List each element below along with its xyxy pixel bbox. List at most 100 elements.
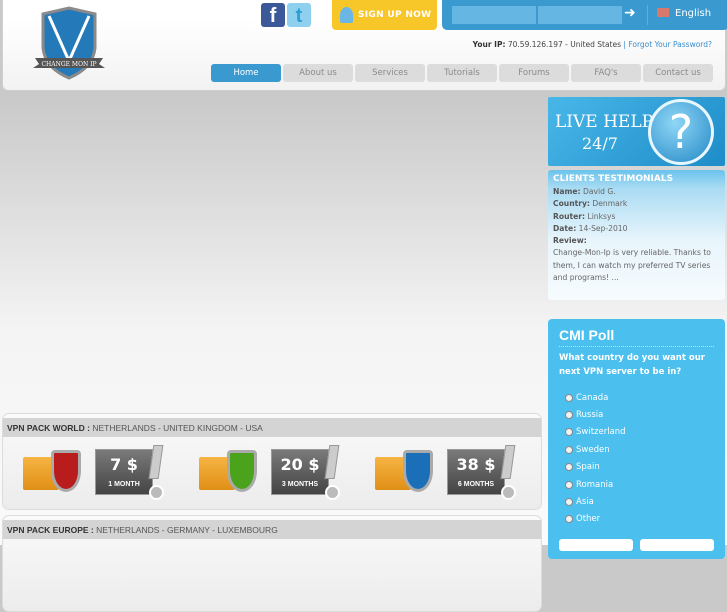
name-label: Name: — [553, 187, 581, 196]
pack-countries: NETHERLANDS - UNITED KINGDOM - USA — [92, 423, 263, 433]
language-selector[interactable]: English — [657, 8, 711, 19]
radio-button[interactable] — [565, 445, 573, 454]
main-nav: Home About us Services Tutorials Forums … — [211, 64, 713, 82]
poll-option-label: Russia — [576, 410, 604, 421]
poll-option[interactable]: Russia — [559, 406, 714, 423]
poll-option[interactable]: Romania — [559, 476, 714, 493]
separator: | — [623, 40, 626, 49]
nav-about-us[interactable]: About us — [283, 64, 353, 82]
country-value: Denmark — [592, 199, 628, 209]
forgot-password-link[interactable]: Forgot Your Password? — [628, 40, 712, 49]
pack-option[interactable]: 7 $ 1 MONTH — [23, 445, 193, 503]
pack-option[interactable]: 38 $ 6 MONTHS — [375, 445, 541, 503]
review-text: Change-Mon-Ip is very reliable. Thanks t… — [553, 248, 711, 283]
poll-option[interactable]: Spain — [559, 459, 714, 476]
nav-faqs[interactable]: FAQ's — [571, 64, 641, 82]
login-submit-icon[interactable]: ➜ — [624, 5, 636, 21]
poll-question: What country do you want our next VPN se… — [559, 353, 705, 377]
exclamation-dot-icon — [501, 485, 516, 500]
results-button[interactable] — [640, 539, 714, 551]
live-help-banner[interactable]: LIVE HELP! 24/7 ? — [548, 97, 725, 166]
date-label: Date: — [553, 223, 577, 233]
nav-tutorials[interactable]: Tutorials — [427, 64, 497, 82]
pack-name: VPN PACK WORLD : — [7, 423, 90, 433]
poll-option[interactable]: Sweden — [559, 441, 714, 458]
poll-option-label: Other — [576, 514, 601, 525]
router-value: Linksys — [587, 211, 616, 221]
poll-option-label: Asia — [576, 497, 594, 508]
password-input[interactable] — [538, 6, 622, 24]
sign-up-label: SIGN UP NOW — [358, 10, 432, 20]
price-tag[interactable]: 20 $ 3 MONTHS — [271, 449, 329, 495]
nav-forums[interactable]: Forums — [499, 64, 569, 82]
language-label: English — [675, 8, 712, 19]
radio-button[interactable] — [565, 463, 573, 472]
pack-header: VPN PACK EUROPE : NETHERLANDS - GERMANY … — [3, 520, 541, 539]
price: 20 $ — [280, 455, 320, 474]
pack-option[interactable]: 20 $ 3 MONTHS — [199, 445, 369, 503]
radio-button[interactable] — [565, 480, 573, 489]
pack-header: VPN PACK WORLD : NETHERLANDS - UNITED KI… — [3, 418, 541, 437]
ip-info: Your IP: 70.59.126.197 - United States |… — [473, 40, 712, 49]
shield-icon — [403, 450, 433, 492]
question-mark-icon: ? — [648, 99, 714, 165]
poll-option-label: Switzerland — [576, 427, 626, 438]
vote-button[interactable] — [559, 539, 633, 551]
radio-button[interactable] — [565, 428, 573, 437]
radio-button[interactable] — [565, 411, 573, 420]
name-value: David G. — [583, 187, 616, 196]
poll-option-label: Spain — [576, 462, 600, 473]
poll-option[interactable]: Canada — [559, 389, 714, 406]
exclamation-dot-icon — [149, 485, 164, 500]
vpn-pack-europe: VPN PACK EUROPE : NETHERLANDS - GERMANY … — [2, 515, 542, 612]
poll-options: Canada Russia Switzerland Sweden Spain Romani… — [559, 389, 714, 528]
divider — [647, 5, 648, 25]
login-bar: ➜ English — [442, 0, 727, 30]
sign-up-button[interactable]: SIGN UP NOW — [332, 0, 437, 30]
username-input[interactable] — [452, 6, 536, 24]
poll-option[interactable]: Other — [559, 511, 714, 528]
price: 38 $ — [456, 455, 496, 474]
poll-panel: CMI Poll What country do you want our ne… — [548, 319, 725, 559]
poll-option[interactable]: Switzerland — [559, 424, 714, 441]
flag-icon — [657, 8, 669, 17]
testimonials-panel: CLIENTS TESTIMONIALS Name: David G. Coun… — [548, 170, 725, 300]
poll-option[interactable]: Asia — [559, 493, 714, 510]
testimonials-title: CLIENTS TESTIMONIALS — [553, 174, 674, 184]
shield-icon — [51, 450, 81, 492]
shield-icon — [227, 450, 257, 492]
duration: 3 MONTHS — [281, 481, 319, 488]
svg-text:CHANGE MON IP: CHANGE MON IP — [41, 61, 96, 68]
duration: 6 MONTHS — [457, 481, 495, 488]
live-help-title: LIVE HELP! — [555, 112, 660, 132]
radio-button[interactable] — [565, 515, 573, 524]
radio-button[interactable] — [565, 393, 573, 402]
poll-option-label: Romania — [576, 479, 614, 490]
date-value: 14-Sep-2010 — [578, 223, 628, 233]
poll-option-label: Canada — [576, 392, 609, 403]
nav-contact-us[interactable]: Contact us — [643, 64, 713, 82]
live-help-hours: 24/7 — [582, 134, 618, 153]
pack-countries: NETHERLANDS - GERMANY - LUXEMBOURG — [96, 525, 278, 535]
poll-option-label: Sweden — [576, 444, 610, 455]
ip-label: Your IP: — [472, 40, 506, 49]
change-mon-ip-logo[interactable]: CHANGE MON IP — [33, 6, 105, 82]
site-header: CHANGE MON IP f t SIGN UP NOW ➜ English … — [2, 0, 727, 91]
radio-button[interactable] — [565, 498, 573, 507]
duration: 1 MONTH — [108, 481, 140, 488]
router-label: Router: — [553, 211, 586, 221]
twitter-icon[interactable]: t — [287, 3, 311, 27]
nav-services[interactable]: Services — [355, 64, 425, 82]
poll-title: CMI Poll — [559, 327, 714, 347]
price-tag[interactable]: 7 $ 1 MONTH — [95, 449, 153, 495]
key-icon — [340, 7, 353, 23]
vpn-pack-world: VPN PACK WORLD : NETHERLANDS - UNITED KI… — [2, 413, 542, 510]
nav-home[interactable]: Home — [211, 64, 281, 82]
price: 7 $ — [110, 455, 138, 474]
ip-value: 70.59.126.197 - United States — [507, 40, 622, 49]
price-tag[interactable]: 38 $ 6 MONTHS — [447, 449, 505, 495]
exclamation-dot-icon — [325, 485, 340, 500]
facebook-icon[interactable]: f — [261, 3, 285, 27]
pack-name: VPN PACK EUROPE : — [7, 525, 94, 535]
country-label: Country: — [553, 199, 590, 209]
